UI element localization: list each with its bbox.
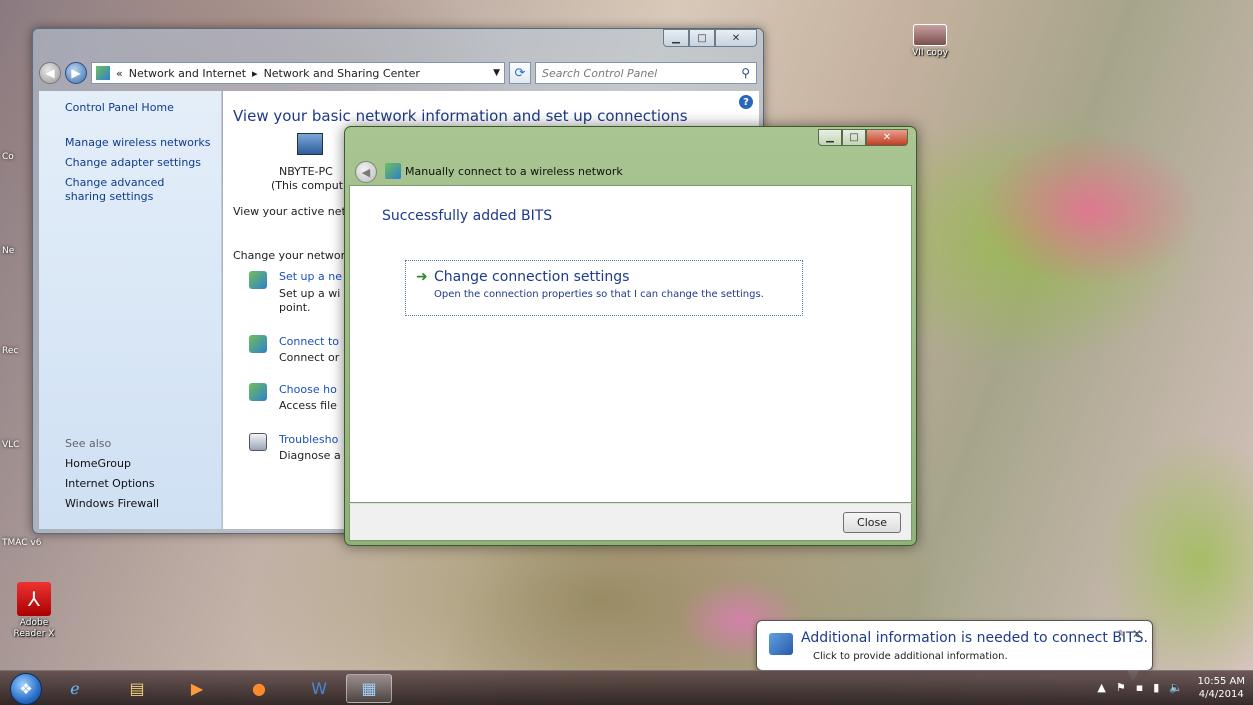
clock-date: 4/4/2014 [1198, 689, 1244, 700]
network-warning-icon [769, 633, 793, 655]
sidebar-link-advanced-sharing[interactable]: Change advanced sharing settings [65, 176, 205, 204]
dialog-title: Manually connect to a wireless network [405, 165, 623, 178]
change-networking-label: Change your networ [233, 249, 346, 262]
task-link-troubleshoot[interactable]: Troublesho [279, 433, 338, 446]
manual-connect-dialog: ▁ □ ✕ ◀ Manually connect to a wireless n… [344, 126, 917, 546]
active-networks-label: View your active netw [233, 205, 355, 218]
task-desc-troubleshoot: Diagnose a [279, 449, 341, 462]
task-link-connect[interactable]: Connect to [279, 335, 339, 348]
see-also-label: See also [65, 437, 112, 450]
maximize-button[interactable]: □ [689, 29, 715, 47]
page-title: View your basic network information and … [233, 107, 688, 125]
chevron-down-icon[interactable]: ▼ [493, 68, 500, 78]
dialog-footer: Close [349, 503, 912, 541]
start-button[interactable]: ❖ [10, 673, 42, 705]
wireless-tray-icon[interactable]: ▮ [1153, 681, 1159, 694]
notification-title: Additional information is needed to conn… [801, 630, 1148, 646]
system-clock[interactable]: 10:55 AM 4/4/2014 [1198, 675, 1245, 701]
task-desc-setup-2: point. [279, 301, 311, 314]
desktop-icon-label-tmac[interactable]: TMAC v6 [2, 538, 41, 548]
sidebar-link-homegroup[interactable]: HomeGroup [65, 457, 131, 471]
close-button[interactable]: ✕ [715, 29, 757, 47]
search-placeholder: Search Control Panel [542, 66, 658, 80]
address-row: ◀ ▶ « Network and Internet ▸ Network and… [39, 61, 757, 85]
breadcrumb-prefix[interactable]: « [116, 67, 123, 80]
control-panel-icon [96, 66, 110, 80]
dialog-minimize-button[interactable]: ▁ [818, 129, 842, 146]
notification-balloon[interactable]: Additional information is needed to conn… [756, 620, 1153, 682]
network-tray-icon[interactable]: ▪ [1136, 681, 1143, 694]
forward-button[interactable]: ▶ [65, 62, 87, 84]
dialog-back-button[interactable]: ◀ [355, 161, 377, 183]
desktop-icon-vii-copy[interactable]: VII copy [908, 24, 952, 59]
sidebar-link-control-panel-home[interactable]: Control Panel Home [65, 101, 174, 115]
search-input[interactable]: Search Control Panel ⚲ [535, 62, 757, 84]
search-icon[interactable]: ⚲ [741, 66, 750, 80]
minimize-button[interactable]: ▁ [663, 29, 689, 47]
computer-name: NBYTE-PC [279, 165, 333, 178]
sidebar-link-windows-firewall[interactable]: Windows Firewall [65, 497, 159, 511]
change-connection-settings-link[interactable]: ➜ Change connection settings Open the co… [405, 260, 803, 316]
breadcrumb-separator[interactable]: ▸ [252, 67, 258, 80]
dialog-body: Successfully added BITS ➜ Change connect… [349, 185, 912, 503]
task-desc-connect: Connect or [279, 351, 340, 364]
command-link-title: Change connection settings [434, 269, 630, 285]
dialog-maximize-button[interactable]: □ [842, 129, 866, 146]
show-hidden-icons[interactable]: ▲ [1097, 681, 1105, 694]
volume-icon[interactable]: 🔈 [1169, 681, 1183, 694]
task-link-setup[interactable]: Set up a ne [279, 270, 342, 283]
sidebar-link-adapter-settings[interactable]: Change adapter settings [65, 156, 201, 170]
window-controls: ▁ □ ✕ [663, 29, 757, 47]
action-center-flag-icon[interactable]: ⚑ [1116, 681, 1126, 694]
system-tray: ▲ ⚑ ▪ ▮ 🔈 [1097, 681, 1183, 694]
image-file-icon [913, 24, 947, 46]
dialog-close-button[interactable]: ✕ [866, 129, 908, 146]
computer-sub-label: (This comput [271, 179, 344, 192]
network-setup-icon [249, 271, 267, 289]
desktop-icon-label-ne[interactable]: Ne [2, 246, 14, 256]
options-icon[interactable]: ✎ [1118, 629, 1126, 640]
task-link-homegroup[interactable]: Choose ho [279, 383, 337, 396]
desktop-icon-label: VII copy [912, 48, 948, 58]
refresh-button[interactable]: ⟳ [509, 62, 531, 84]
arrow-right-icon: ➜ [416, 269, 428, 285]
desktop-icon-label-vlc[interactable]: VLC [2, 440, 19, 450]
file-explorer-icon[interactable]: ▤ [114, 674, 160, 703]
homegroup-icon [249, 383, 267, 401]
sidebar: Control Panel Home Manage wireless netwo… [39, 91, 222, 529]
breadcrumb-network-internet[interactable]: Network and Internet [129, 67, 246, 80]
media-player-icon[interactable]: ▶ [174, 674, 220, 703]
desktop-icon-label-co[interactable]: Co [2, 152, 14, 162]
notification-message: Click to provide additional information. [813, 651, 1008, 662]
computer-icon [297, 133, 323, 155]
dialog-controls: ▁ □ ✕ [818, 129, 908, 146]
taskbar: ❖ ℯ ▤ ▶ ● W ▦ ▲ ⚑ ▪ ▮ 🔈 10:55 AM 4/4/201… [0, 670, 1253, 705]
wireless-network-icon [385, 163, 401, 179]
help-icon[interactable]: ? [739, 95, 753, 109]
sidebar-link-internet-options[interactable]: Internet Options [65, 477, 155, 491]
network-connect-icon [249, 335, 267, 353]
task-desc-setup: Set up a wi [279, 287, 341, 300]
word-icon[interactable]: W [296, 674, 342, 703]
firefox-icon[interactable]: ● [236, 674, 282, 703]
close-dialog-button[interactable]: Close [843, 512, 901, 533]
breadcrumb-sharing-center[interactable]: Network and Sharing Center [264, 67, 420, 80]
back-button[interactable]: ◀ [39, 62, 61, 84]
address-bar[interactable]: « Network and Internet ▸ Network and Sha… [91, 62, 505, 84]
desktop-icon-adobe-reader[interactable]: ⅄ Adobe Reader X [12, 582, 56, 640]
clock-time: 10:55 AM [1197, 676, 1245, 687]
close-icon[interactable]: ✕ [1132, 627, 1142, 641]
command-link-description: Open the connection properties so that I… [434, 289, 764, 300]
desktop-icon-label-rec[interactable]: Rec [2, 346, 18, 356]
dialog-heading: Successfully added BITS [382, 208, 553, 224]
task-desc-homegroup: Access file [279, 399, 337, 412]
control-panel-taskbar-button[interactable]: ▦ [346, 674, 392, 703]
adobe-reader-icon: ⅄ [17, 582, 51, 616]
desktop-icon-label: Adobe Reader X [13, 618, 55, 639]
sidebar-link-manage-wireless[interactable]: Manage wireless networks [65, 136, 210, 150]
troubleshoot-icon [249, 433, 267, 451]
internet-explorer-icon[interactable]: ℯ [52, 674, 98, 703]
